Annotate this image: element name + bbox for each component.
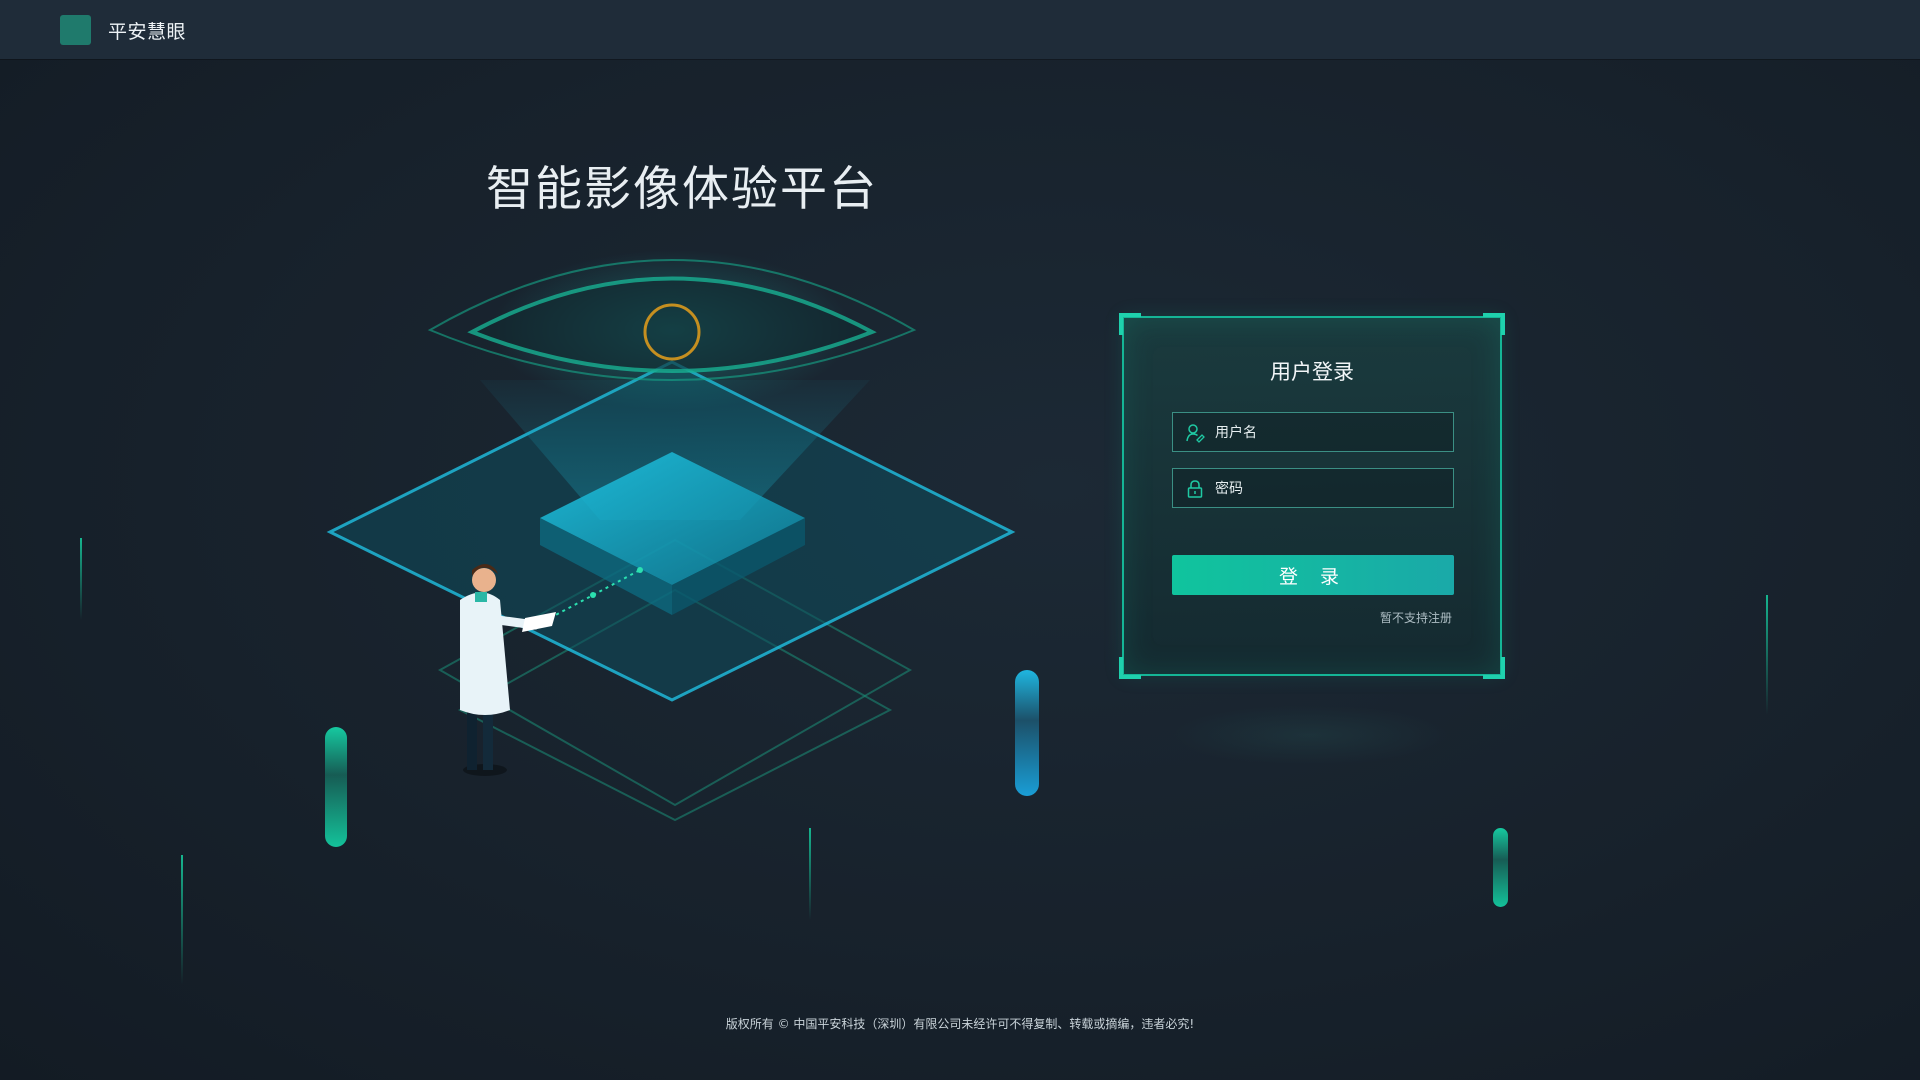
login-button[interactable]: 登 录 bbox=[1172, 555, 1454, 595]
decor-line bbox=[80, 538, 82, 620]
lock-icon bbox=[1185, 479, 1205, 499]
hero-illustration bbox=[326, 250, 1016, 822]
copyright-footer: 版权所有 © 中国平安科技（深圳）有限公司未经许可不得复制、转载或摘编，违者必究… bbox=[725, 1017, 1195, 1031]
corner-mark bbox=[1483, 313, 1505, 335]
corner-mark bbox=[1119, 657, 1141, 679]
username-field[interactable] bbox=[1172, 412, 1454, 453]
login-panel: 用户登录 登 录 暂不支持注册 bbox=[1119, 313, 1505, 679]
username-input[interactable] bbox=[1213, 413, 1447, 453]
corner-mark bbox=[1483, 657, 1505, 679]
page-title: 智能影像体验平台 bbox=[486, 162, 878, 217]
top-bar: 平安慧眼 bbox=[0, 0, 1920, 59]
logo bbox=[60, 15, 91, 45]
user-icon bbox=[1185, 423, 1205, 443]
decor-pillar bbox=[1493, 828, 1508, 907]
register-note: 暂不支持注册 bbox=[1379, 611, 1452, 625]
login-page: 平安慧眼 智能影像体验平台 用户登录 用户名 登 录 暂不支持注册 版权所有 ©… bbox=[0, 0, 1920, 1080]
decor-line bbox=[809, 828, 811, 920]
panel-reflection bbox=[1170, 705, 1450, 765]
brand-name: 平安慧眼 bbox=[108, 21, 187, 43]
corner-mark bbox=[1119, 313, 1141, 335]
password-field[interactable] bbox=[1172, 468, 1454, 509]
login-title: 用户登录 bbox=[1270, 360, 1354, 384]
password-input[interactable] bbox=[1213, 469, 1447, 509]
decor-line bbox=[1766, 595, 1768, 715]
decor-line bbox=[181, 855, 183, 985]
